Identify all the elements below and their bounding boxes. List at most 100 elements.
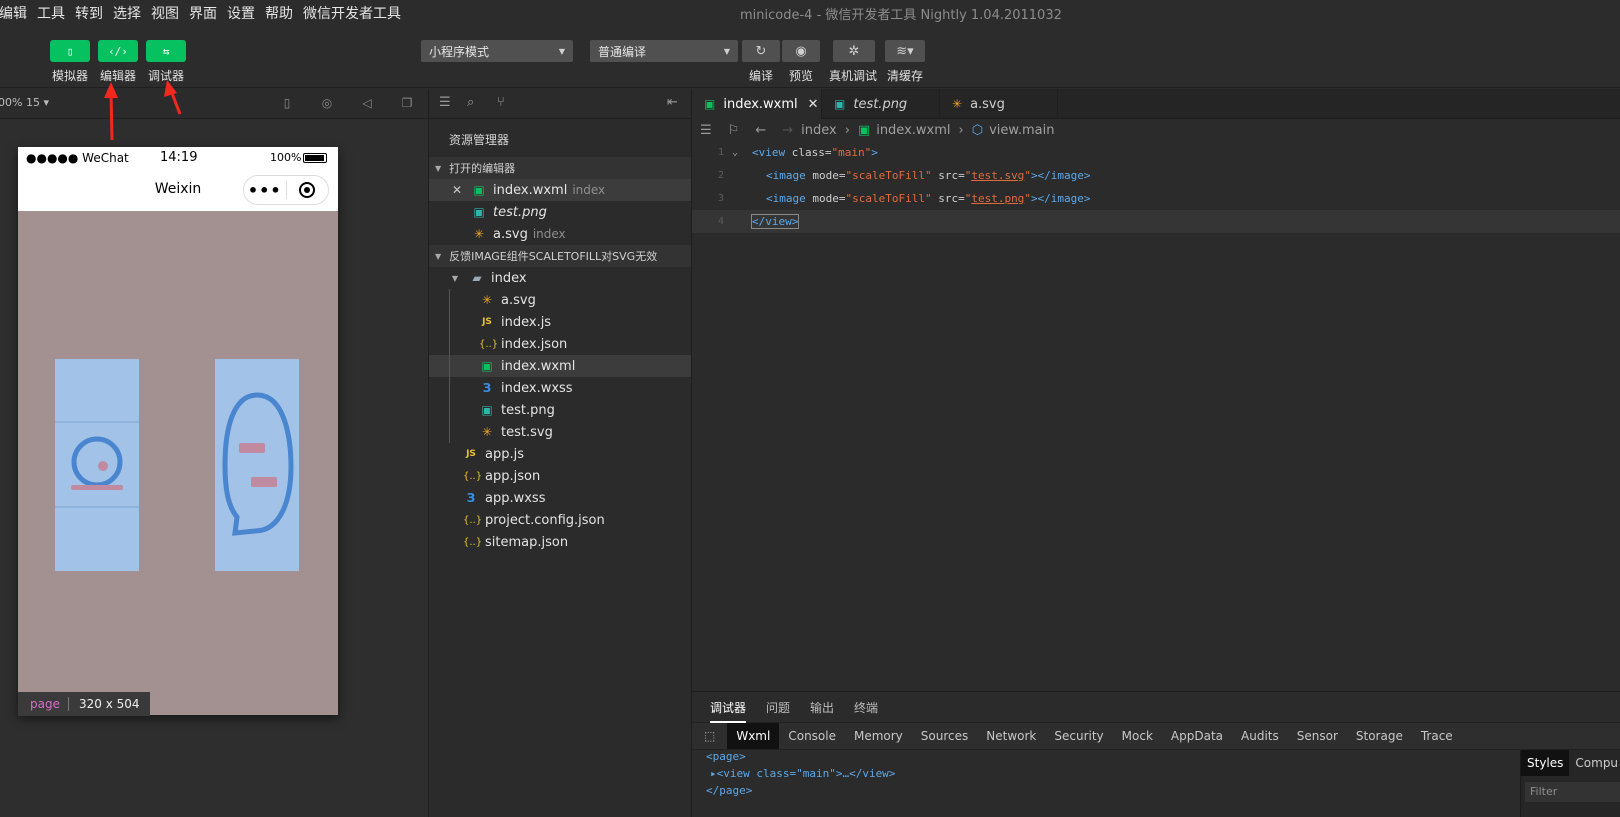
menu-settings[interactable]: 设置: [222, 3, 260, 23]
devtools-tabs: 调试器 问题 输出 终端: [692, 692, 1620, 723]
file-item[interactable]: ▣ test.png: [429, 399, 691, 421]
open-editors-section[interactable]: ▼ 打开的编辑器: [429, 157, 691, 179]
device-icon[interactable]: ▯: [279, 95, 295, 111]
folder-name: index: [491, 270, 527, 286]
dom-node[interactable]: ▸<view class="main">…</view>: [692, 767, 1522, 784]
list-icon[interactable]: ☰: [700, 123, 712, 138]
png-file-icon: ▣: [834, 97, 846, 111]
close-icon[interactable]: ✕: [449, 183, 465, 197]
breadcrumb-file[interactable]: index.wxml: [876, 123, 950, 138]
tab-label: a.svg: [970, 96, 1005, 112]
tab-styles[interactable]: Styles: [1521, 750, 1570, 776]
menu-devtools[interactable]: 微信开发者工具: [298, 3, 406, 23]
json-file-icon: {..}: [463, 514, 483, 526]
code-editor[interactable]: 1 ⌄ <view class= "main" > 2 <image mode= "s…: [692, 141, 1620, 691]
menu-help[interactable]: 帮助: [260, 3, 298, 23]
code-link[interactable]: test.png: [971, 192, 1024, 205]
preview-button[interactable]: ◉: [782, 40, 820, 62]
mode-select[interactable]: 小程序模式 ▼: [421, 40, 573, 62]
devtools-panel: 调试器 问题 输出 终端 ⬚ Wxml Console Memory Sourc…: [692, 691, 1620, 817]
panel-trace[interactable]: Trace: [1412, 723, 1462, 749]
chevron-down-icon: ▼: [723, 46, 730, 56]
capsule-button[interactable]: •••: [243, 175, 329, 205]
phone-screen[interactable]: ●●●●● WeChat 14:19 100% Weixin ••• page …: [18, 147, 338, 716]
page-tag-label: page: [18, 697, 69, 711]
file-item[interactable]: {..} project.config.json: [429, 509, 691, 531]
code-link[interactable]: test.svg: [971, 169, 1024, 182]
dom-node[interactable]: <page>: [692, 750, 1522, 767]
bookmark-icon[interactable]: ⚐: [728, 123, 740, 138]
file-item[interactable]: {..} sitemap.json: [429, 531, 691, 553]
chevron-down-icon: ▼: [451, 273, 459, 283]
panel-wxml[interactable]: Wxml: [727, 723, 780, 749]
line-number: 1: [717, 147, 724, 158]
panel-security[interactable]: Security: [1045, 723, 1112, 749]
panel-mock[interactable]: Mock: [1113, 723, 1162, 749]
preview-label: 预览: [789, 69, 814, 83]
code-token: ": [1024, 192, 1031, 205]
collapse-panel-icon[interactable]: ⇤: [667, 95, 678, 110]
tab-test-png[interactable]: ▣ test.png: [822, 89, 940, 119]
svg-file-icon: ✳: [481, 425, 493, 439]
wxml-file-icon: ▣: [704, 97, 716, 111]
file-name: project.config.json: [485, 512, 605, 528]
inspect-icon[interactable]: ⬚: [692, 723, 727, 749]
device-debug-button[interactable]: ✲: [833, 40, 875, 62]
stop-icon[interactable]: ◎: [319, 95, 335, 111]
svg-file-icon: ✳: [481, 293, 493, 307]
forward-arrow-icon[interactable]: →: [782, 123, 793, 138]
tab-computed[interactable]: Compu: [1569, 756, 1620, 770]
file-item[interactable]: {..} app.json: [429, 465, 691, 487]
fold-icon[interactable]: ⌄: [732, 147, 752, 158]
file-item[interactable]: Зapp.wxss: [429, 487, 691, 509]
tab-a-svg[interactable]: ✳ a.svg: [940, 89, 1058, 119]
folder-item[interactable]: ▼ ▰ index: [429, 267, 691, 289]
file-item[interactable]: ▣ index.wxml: [429, 355, 691, 377]
panel-sensor[interactable]: Sensor: [1288, 723, 1347, 749]
file-item[interactable]: Зindex.wxss: [429, 377, 691, 399]
compile-select[interactable]: 普通编译 ▼: [590, 40, 738, 62]
close-icon[interactable]: ✕: [808, 97, 819, 112]
clear-cache-label: 清缓存: [887, 69, 924, 83]
file-item[interactable]: ✳ a.svg: [429, 289, 691, 311]
breadcrumb-symbol[interactable]: view.main: [989, 123, 1054, 138]
panel-audits[interactable]: Audits: [1232, 723, 1288, 749]
tab-terminal[interactable]: 终端: [854, 699, 878, 716]
more-icon[interactable]: •••: [244, 181, 286, 200]
open-editor-item[interactable]: ✳ a.svg index: [429, 223, 691, 245]
file-item[interactable]: JS index.js: [429, 311, 691, 333]
open-editor-hint: index: [532, 227, 566, 241]
open-editor-item[interactable]: ✕ ▣ index.wxml index: [429, 179, 691, 201]
clear-cache-button[interactable]: ≋▾: [885, 40, 925, 62]
file-item[interactable]: JS app.js: [429, 443, 691, 465]
tab-debugger[interactable]: 调试器: [710, 699, 747, 723]
file-name: app.wxss: [485, 490, 546, 506]
branch-icon[interactable]: ⑂: [497, 95, 505, 110]
breadcrumb-folder[interactable]: index: [801, 123, 837, 138]
back-arrow-icon[interactable]: ←: [755, 123, 766, 138]
open-editor-item[interactable]: ▣ test.png: [429, 201, 691, 223]
panel-storage[interactable]: Storage: [1347, 723, 1412, 749]
tab-output[interactable]: 输出: [810, 699, 834, 716]
volume-icon[interactable]: ◁: [359, 95, 375, 111]
styles-pane: Styles Compu Filter: [1520, 750, 1620, 817]
dom-node[interactable]: </page>: [692, 784, 1522, 801]
list-icon[interactable]: ☰: [439, 95, 451, 110]
close-miniprogram-icon[interactable]: [286, 182, 328, 198]
tab-problems[interactable]: 问题: [766, 699, 790, 716]
file-name: a.svg: [501, 292, 536, 308]
file-item[interactable]: {..} index.json: [429, 333, 691, 355]
styles-filter-input[interactable]: Filter: [1525, 782, 1620, 802]
tab-index-wxml[interactable]: ▣ index.wxml ✕: [692, 89, 822, 119]
panel-appdata[interactable]: AppData: [1162, 723, 1232, 749]
png-file-icon: ▣: [473, 205, 485, 219]
window-icon[interactable]: ❐: [399, 95, 415, 111]
panel-console[interactable]: Console: [779, 723, 845, 749]
project-section[interactable]: ▼ 反馈IMAGE组件SCALETOFILL对SVG无效: [429, 245, 691, 267]
file-item[interactable]: ✳ test.svg: [429, 421, 691, 443]
panel-network[interactable]: Network: [977, 723, 1045, 749]
compile-button[interactable]: ↻: [742, 40, 780, 62]
panel-sources[interactable]: Sources: [912, 723, 977, 749]
panel-memory[interactable]: Memory: [845, 723, 912, 749]
search-icon[interactable]: ⌕: [467, 95, 474, 110]
